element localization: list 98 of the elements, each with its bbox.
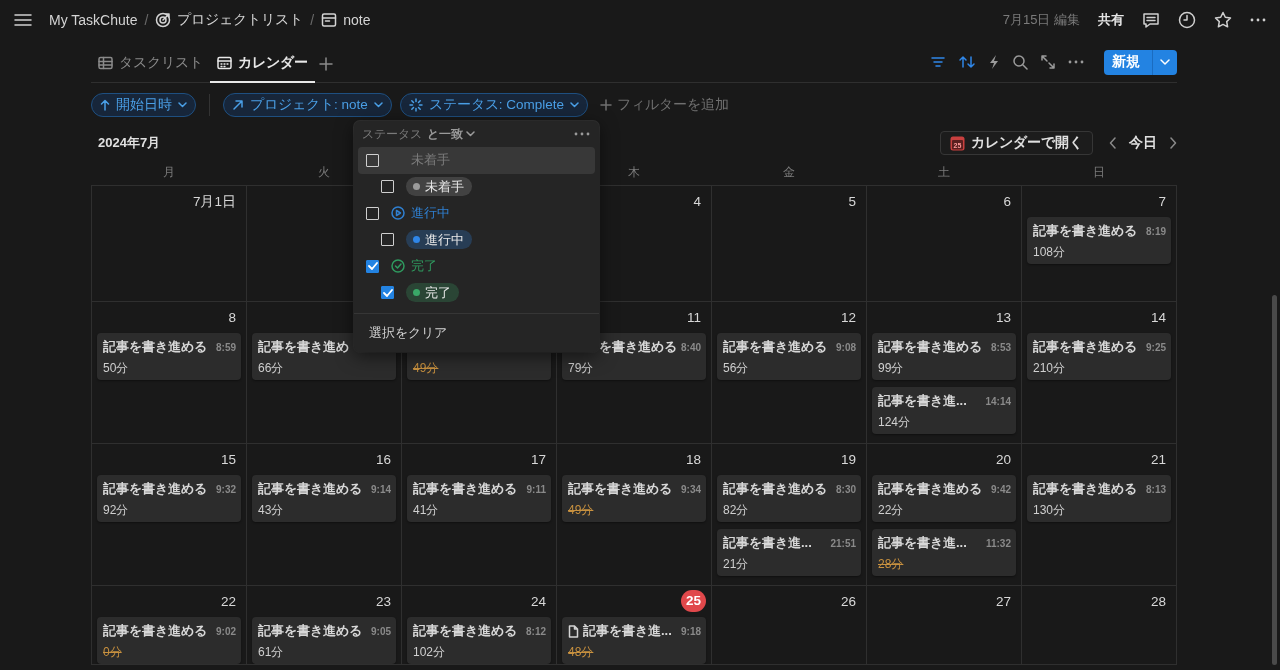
event-title: を書き進める [599, 338, 677, 356]
day-number: 11 [686, 309, 702, 327]
event-title: 記事を書き進める [413, 622, 517, 640]
day-number: 28 [1149, 593, 1167, 611]
event-duration: 21分 [723, 556, 750, 571]
event-title: 記事を書き進める [103, 338, 207, 356]
event-title: 記事を書き進める [878, 480, 982, 498]
day-number: 15 [219, 451, 237, 469]
day-number: 12 [839, 309, 857, 327]
event-title: 記事を書き進める [413, 480, 517, 498]
event-time: 8:13 [1146, 483, 1166, 495]
event-duration: 82分 [723, 502, 750, 517]
event-time: 8:59 [216, 341, 236, 353]
event-duration: 124分 [878, 414, 912, 429]
day-number: 18 [684, 451, 702, 469]
event-title: 記事を書き進める [878, 338, 982, 356]
day-number: 19 [839, 451, 857, 469]
event-title: 記事を書き進め [258, 338, 349, 356]
event-title: 記事を書き進める [103, 480, 207, 498]
event-time: 9:08 [836, 341, 856, 353]
event-duration: 43分 [258, 502, 285, 517]
event-duration: 130分 [1033, 502, 1067, 517]
event-duration: 28分 [878, 556, 905, 571]
event-time: 11:32 [985, 537, 1011, 549]
day-number: 6 [1002, 193, 1012, 211]
day-number: 17 [529, 451, 547, 469]
event-duration: 66分 [258, 360, 285, 375]
day-number: 4 [692, 193, 702, 211]
day-number: 22 [219, 593, 237, 611]
event-duration: 22分 [878, 502, 905, 517]
weekday-label: 土 [938, 164, 951, 179]
day-number: 21 [1149, 451, 1167, 469]
weekday-label: 木 [628, 164, 640, 179]
event-time: 8:40 [681, 341, 701, 353]
day-number: 7月1日 [191, 193, 237, 211]
event-duration: 0分 [103, 644, 123, 659]
event-title: 記事を書き進... [723, 534, 812, 552]
day-number: 25 [680, 590, 706, 612]
event-time: 9:18 [681, 625, 701, 637]
event-title: 記事を書き進める [1033, 338, 1137, 356]
event-title: 記事を書き進める [258, 622, 362, 640]
event-time: 9:14 [371, 483, 391, 495]
day-number: 16 [374, 451, 392, 469]
event-time: 8:19 [1146, 225, 1166, 237]
event-time: 14:14 [985, 395, 1011, 407]
event-duration: 79分 [568, 360, 595, 375]
last-edited-text: 7月15日 編集 [1002, 11, 1080, 29]
day-number: 23 [374, 593, 392, 611]
breadcrumb-separator: / [310, 12, 315, 28]
weekday-label: 日 [1093, 164, 1106, 179]
event-title: 記事を書き進... [583, 622, 672, 640]
event-time: 9:42 [991, 483, 1011, 495]
month-title: 2024年7月 [98, 134, 161, 152]
event-time: 21:51 [830, 537, 856, 549]
weekday-label: 月 [162, 164, 175, 179]
event-duration: 92分 [103, 502, 130, 517]
event-title: 記事を書き進める [723, 338, 827, 356]
event-time: 9:05 [371, 625, 391, 637]
event-title: 記事を書き進める [103, 622, 207, 640]
day-number: 8 [227, 309, 237, 327]
event-duration: 41分 [413, 502, 440, 517]
event-title: 記事を書き進める [258, 480, 362, 498]
day-number: 26 [839, 593, 857, 611]
day-number: 7 [1157, 193, 1167, 211]
day-number: 20 [994, 451, 1012, 469]
event-duration: 49分 [413, 360, 440, 375]
event-title: 記事を書き進める [723, 480, 827, 498]
day-number: 14 [1149, 309, 1167, 327]
breadcrumb-separator: / [144, 12, 149, 28]
event-time: 9:02 [216, 625, 236, 637]
event-time: 9:25 [1146, 341, 1166, 353]
event-duration: 50分 [103, 360, 130, 375]
event-time: 8:53 [991, 341, 1011, 353]
event-duration: 102分 [413, 644, 447, 659]
day-number: 13 [994, 309, 1012, 327]
day-number: 24 [529, 593, 547, 611]
event-duration: 99分 [878, 360, 905, 375]
day-number: 27 [994, 593, 1012, 611]
event-title: 記事を書き進める [568, 480, 672, 498]
event-duration: 56分 [723, 360, 750, 375]
event-duration: 61分 [258, 644, 285, 659]
event-time: 9:32 [216, 483, 236, 495]
event-time: 9:34 [681, 483, 701, 495]
weekday-label: 火 [317, 164, 330, 179]
day-number: 5 [847, 193, 857, 211]
event-duration: 49分 [568, 502, 595, 517]
event-title: 記事を書き進... [878, 392, 967, 410]
event-duration: 48分 [568, 644, 595, 659]
event-title: 記事を書き進... [878, 534, 967, 552]
event-duration: 108分 [1033, 244, 1067, 259]
event-time: 9:11 [526, 483, 546, 495]
event-title: 記事を書き進める [1033, 480, 1137, 498]
event-time: 8:30 [836, 483, 856, 495]
event-time: 8:12 [526, 625, 546, 637]
weekday-label: 金 [783, 164, 796, 179]
event-title: 記事を書き進める [1033, 222, 1137, 240]
property-label: ステータス [362, 125, 422, 143]
event-duration: 210分 [1033, 360, 1067, 375]
